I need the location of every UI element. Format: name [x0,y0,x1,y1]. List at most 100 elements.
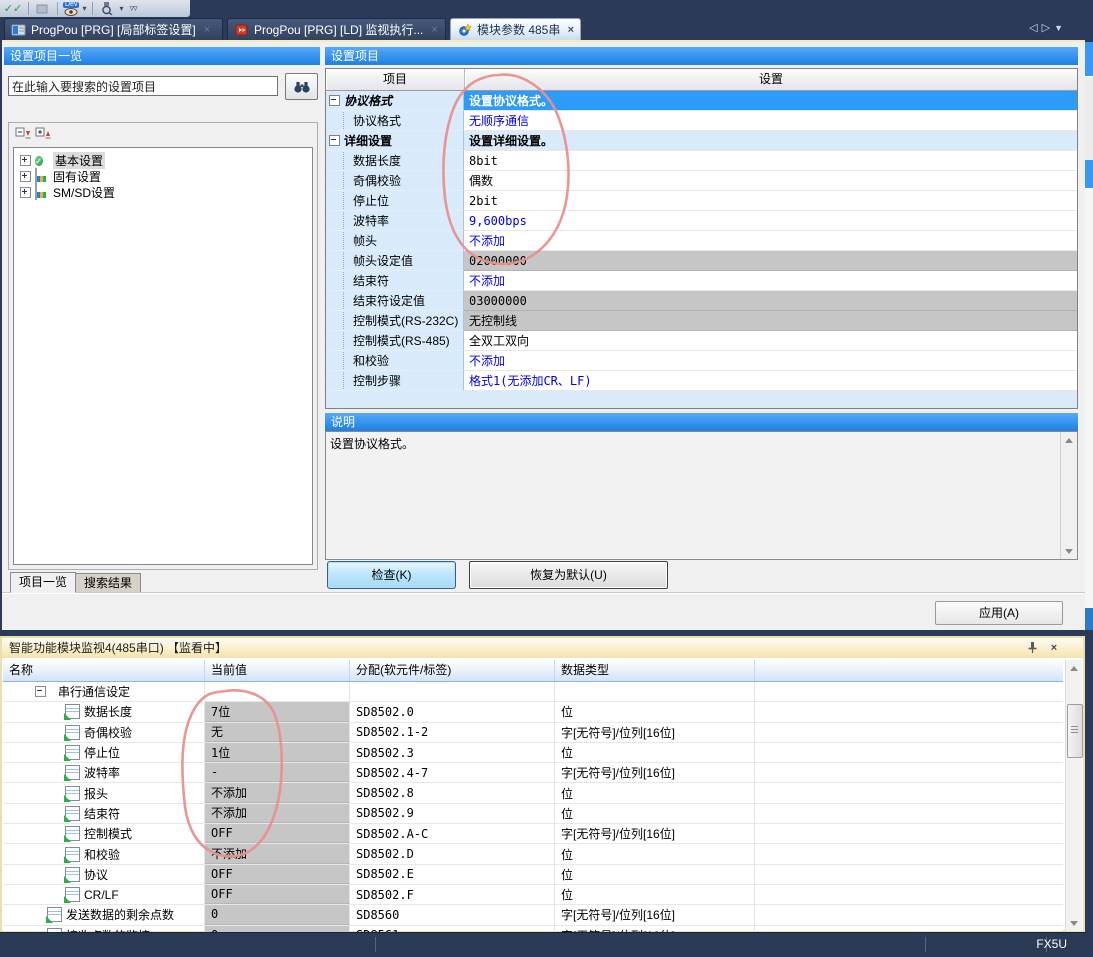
monitor-row[interactable]: 发送数据的剩余点数 0 SD8560 字[无符号]/位列[16位] [3,905,1063,925]
monitor-row[interactable]: 停止位 1位 SD8502.3 位 [3,743,1063,763]
pin-icon[interactable] [1025,641,1039,655]
monitor-type: 字[无符号]/位列[16位] [555,763,755,782]
monitor-type: 位 [555,783,755,802]
device-icon [65,704,80,719]
dropdown-chevron-icon[interactable]: ▾ [82,4,86,13]
monitor-value: OFF [205,824,350,843]
monitor-scrollbar[interactable] [1065,660,1082,931]
tree-item-basic-settings[interactable]: ✓ 基本设置 [14,152,312,168]
scroll-down-icon[interactable] [1066,915,1082,931]
table-row[interactable]: 详细设置 设置详细设置。 [326,131,1077,151]
column-header-datatype[interactable]: 数据类型 [555,660,755,681]
expand-box-icon[interactable] [20,187,31,198]
scrollbar-thumb[interactable] [1067,704,1083,758]
table-row[interactable]: 结束符设定值 03000000 [326,291,1077,311]
description-scrollbar[interactable] [1060,432,1077,559]
table-row[interactable]: 数据长度 8bit [326,151,1077,171]
dropdown-chevron-icon[interactable]: ▾ [119,4,123,13]
expand-box-icon[interactable] [20,155,31,166]
table-row[interactable]: 协议格式 无顺序通信 [326,111,1077,131]
collapse-box-icon[interactable] [329,135,340,146]
prev-tab-icon[interactable]: ◁ [1029,22,1041,34]
table-row[interactable]: 控制模式(RS-485) 全双工双向 [326,331,1077,351]
zoom-tool-icon[interactable] [97,1,115,16]
collapse-box-icon[interactable] [329,95,340,106]
tab-module-parameter-485[interactable]: 模块参数 485串口 × [450,18,581,40]
description-header: 说明 [325,413,1078,431]
scroll-up-icon[interactable] [1061,432,1077,448]
expand-box-icon[interactable] [20,171,31,182]
monitor-row[interactable]: 结束符 不添加 SD8502.9 位 [3,804,1063,824]
column-header-current-value[interactable]: 当前值 [205,660,350,681]
tab-progpou-ld-monitor[interactable]: ProgPou [PRG] [LD] 监视执行... × [227,18,446,40]
table-row[interactable]: 帧头设定值 02000000 [326,251,1077,271]
next-tab-icon[interactable]: ▷ [1042,22,1054,34]
collapse-box-icon[interactable] [35,686,46,697]
plc-type-label: FX5U [1036,937,1067,951]
table-row[interactable]: 奇偶校验 偶数 [326,171,1077,191]
disabled-tool-icon[interactable] [33,1,51,16]
monitor-group-row[interactable]: 串行通信设定 [3,682,1063,702]
verify-icon[interactable]: ✓✓ [4,1,22,16]
monitor-type: 位 [555,804,755,823]
monitor-row[interactable]: 奇偶校验 无 SD8502.1-2 字[无符号]/位列[16位] [3,723,1063,743]
table-row[interactable]: 波特率 9,600bps [326,211,1077,231]
column-header-name[interactable]: 名称 [3,660,205,681]
close-icon[interactable]: × [431,24,437,36]
toolbar-separator [92,2,93,15]
monitor-device: SD8502.3 [350,743,555,762]
monitor-row[interactable]: 控制模式 OFF SD8502.A-C 字[无符号]/位列[16位] [3,824,1063,844]
monitor-row[interactable]: CR/LF OFF SD8502.F 位 [3,885,1063,905]
expand-all-icon[interactable] [35,127,51,141]
column-header-setting[interactable]: 设置 [465,69,1077,90]
setting-item-label: 停止位 [343,192,389,209]
tab-item-list[interactable]: 项目一览 [10,572,76,593]
setting-item-label: 协议格式 [344,92,392,109]
monitor-row[interactable]: 报头 不添加 SD8502.8 位 [3,783,1063,803]
scroll-down-icon[interactable] [1061,543,1077,559]
table-row[interactable]: 帧头 不添加 [326,231,1077,251]
monitor-device: SD8502.8 [350,783,555,802]
search-input[interactable] [8,76,278,96]
table-row[interactable]: 和校验 不添加 [326,351,1077,371]
monitor-row[interactable]: 协议 OFF SD8502.E 位 [3,865,1063,885]
tree-item-inherent-settings[interactable]: 固有设置 [14,168,312,184]
monitor-type: 字[无符号]/位列[16位] [555,905,755,924]
tab-progpou-label-settings[interactable]: ProgPou [PRG] [局部标签设置] × [4,18,223,40]
table-row[interactable]: 停止位 2bit [326,191,1077,211]
column-header-device[interactable]: 分配(软元件/标签) [350,660,555,681]
search-button[interactable] [285,73,318,100]
tab-search-results[interactable]: 搜索结果 [75,573,141,593]
monitor-name: CR/LF [84,888,119,902]
table-row[interactable]: 控制模式(RS-232C) 无控制线 [326,311,1077,331]
collapse-all-icon[interactable] [15,127,31,141]
monitor-name: 停止位 [84,744,120,761]
scroll-up-icon[interactable] [1066,660,1082,676]
setting-value: 不添加 [464,351,1077,371]
right-clipped-panel [1085,0,1093,956]
monitor-row[interactable]: 数据长度 7位 SD8502.0 位 [3,702,1063,722]
setting-tree-groupbox: ✓ 基本设置 固有设置 SM/SD设置 [8,122,318,570]
monitor-row[interactable]: 和校验 不添加 SD8502.D 位 [3,844,1063,864]
setting-value: 2bit [464,191,1077,211]
table-row[interactable]: 协议格式 设置协议格式。 [326,91,1077,111]
check-button[interactable]: 检查(K) [327,561,456,589]
monitor-row[interactable]: 波特率 - SD8502.4-7 字[无符号]/位列[16位] [3,763,1063,783]
tab-list-chevron-icon[interactable]: ▼ [1054,23,1067,33]
close-icon[interactable]: × [204,24,210,36]
toolbar-overflow-icon[interactable]: ▿▿ [129,3,136,14]
column-header-item[interactable]: 项目 [326,69,465,90]
device-icon [65,826,80,841]
close-icon[interactable]: × [1047,641,1061,655]
close-icon[interactable]: × [568,24,574,36]
monitor-name: 控制模式 [84,825,132,842]
table-row[interactable]: 控制步骤 格式1(无添加CR、LF) [326,371,1077,391]
restore-default-button[interactable]: 恢复为默认(U) [469,561,668,589]
description-box: 设置协议格式。 [325,431,1078,560]
apply-button[interactable]: 应用(A) [935,601,1063,625]
table-row[interactable]: 结束符 不添加 [326,271,1077,291]
monitor-name: 发送数据的剩余点数 [66,906,174,923]
tab-label: ProgPou [PRG] [局部标签设置] [31,21,196,38]
tree-item-smsd-settings[interactable]: SM/SD设置 [14,184,312,200]
device-view-icon[interactable]: Dev [63,2,79,16]
